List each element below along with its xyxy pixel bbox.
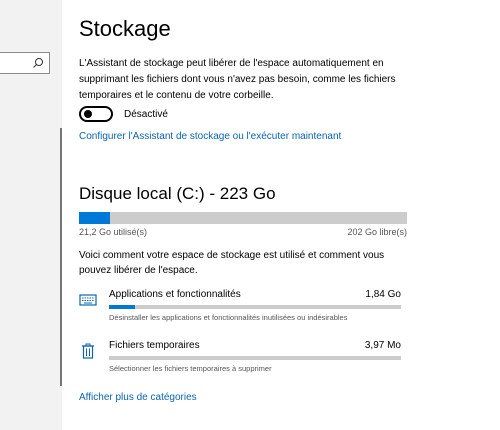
category-size: 1,84 Go xyxy=(365,289,401,300)
page-title: Stockage xyxy=(79,16,171,41)
info-text: Voici comment votre espace de stockage e… xyxy=(79,250,385,276)
category-usage-bar xyxy=(109,305,401,309)
toggle-knob xyxy=(84,110,92,118)
category-name: Applications et fonctionnalités xyxy=(109,289,241,300)
disk-usage-fill xyxy=(79,212,111,224)
search-input[interactable] xyxy=(0,52,50,74)
disk-title: Disque local (C:) - 223 Go xyxy=(79,184,276,203)
category-usage-fill xyxy=(109,305,136,309)
category-size: 3,97 Mo xyxy=(364,340,401,351)
keyboard-icon xyxy=(79,294,97,306)
navigation-pane xyxy=(0,0,62,430)
configure-storage-sense-link[interactable]: Configurer l'Assistant de stockage ou l'… xyxy=(79,131,341,142)
toggle-state-label: Désactivé xyxy=(124,108,168,120)
category-name: Fichiers temporaires xyxy=(109,340,200,351)
storage-sense-description: L'Assistant de stockage peut libérer de … xyxy=(79,58,396,101)
show-more-categories-link[interactable]: Afficher plus de catégories xyxy=(79,392,197,403)
nav-scrollbar[interactable] xyxy=(60,128,62,386)
trash-icon xyxy=(82,343,94,359)
search-icon[interactable] xyxy=(32,57,44,69)
disk-usage-bar[interactable] xyxy=(79,212,407,224)
storage-sense-toggle-row: Désactivé xyxy=(79,106,168,122)
category-usage-bar xyxy=(109,356,401,360)
disk-used-label: 21,2 Go utilisé(s) xyxy=(79,227,148,237)
category-subtitle: Sélectionner les fichiers temporaires à … xyxy=(109,364,272,373)
category-subtitle: Désinstaller les applications et fonctio… xyxy=(109,313,348,322)
disk-free-label: 202 Go libre(s) xyxy=(347,227,407,237)
storage-sense-toggle[interactable] xyxy=(79,106,113,122)
